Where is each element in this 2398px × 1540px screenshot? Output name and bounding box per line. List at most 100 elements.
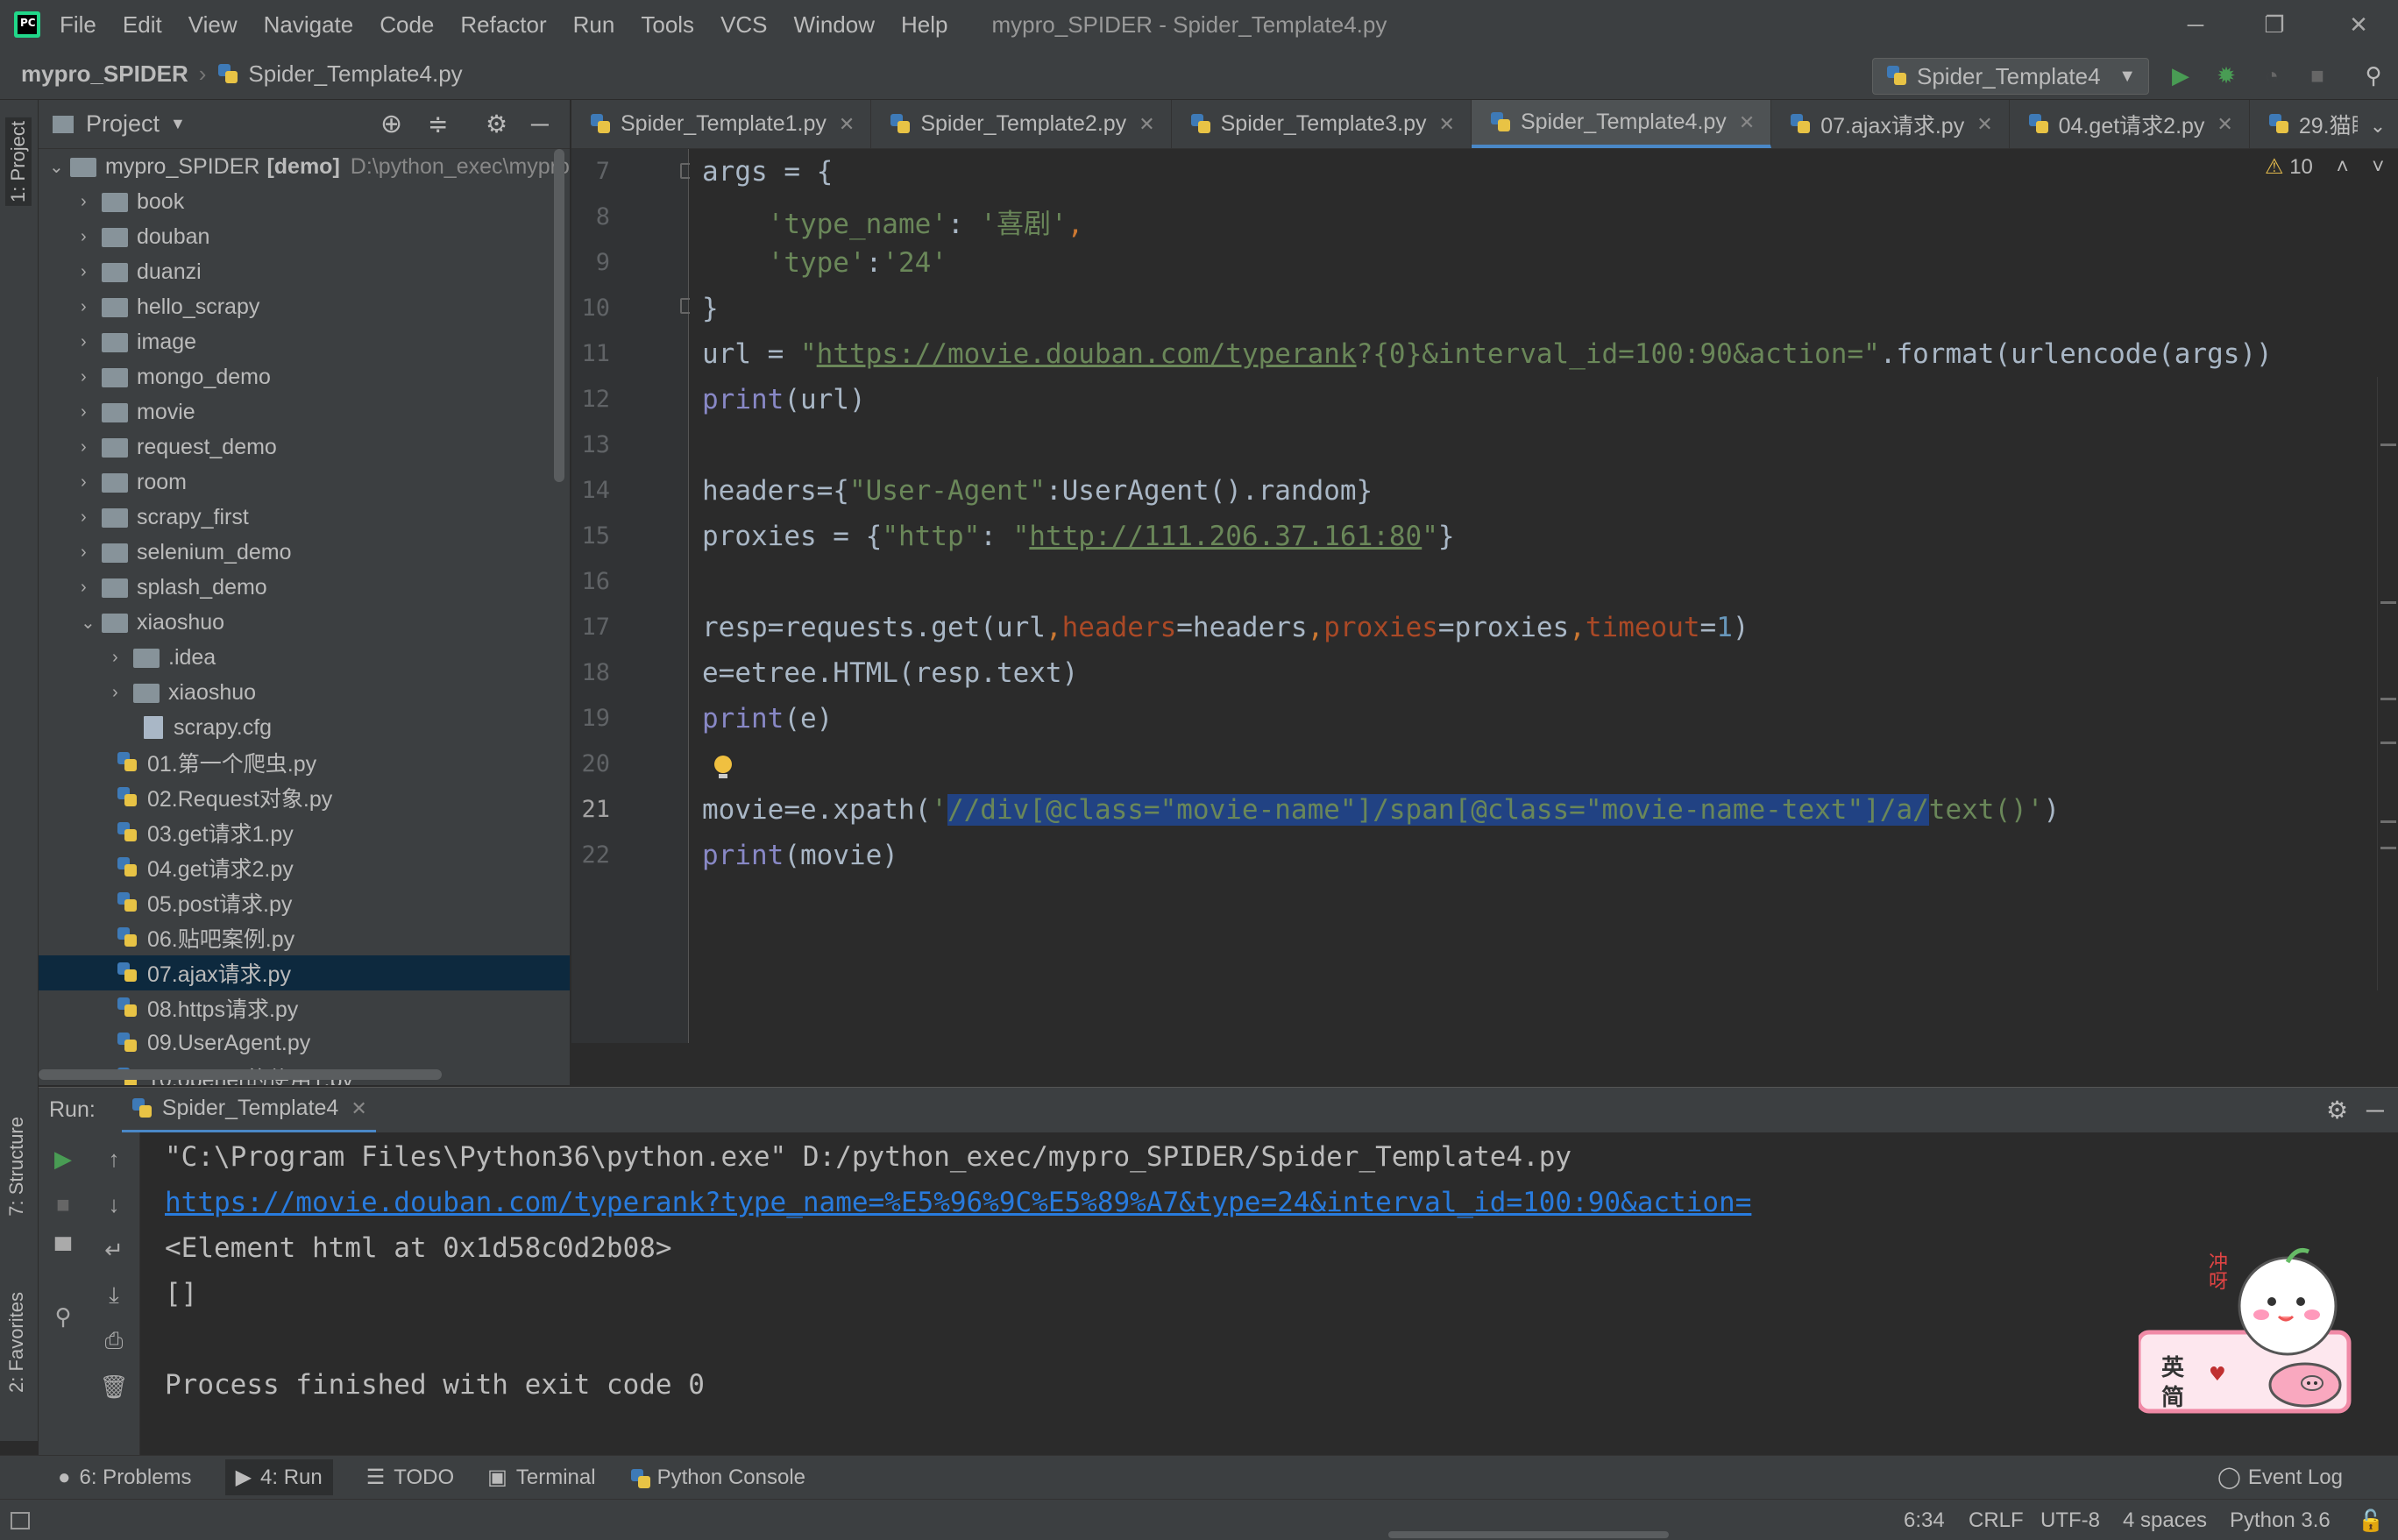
stop-icon[interactable]: ■ — [46, 1187, 81, 1222]
close-icon[interactable]: ✕ — [1739, 111, 1755, 134]
chevron-right-icon[interactable]: › — [81, 402, 102, 422]
tree-folder[interactable]: › image — [81, 324, 196, 359]
pin-icon[interactable]: ⚲ — [46, 1299, 81, 1334]
restore-icon[interactable]: ❐ — [2235, 0, 2314, 49]
tab-ajax[interactable]: 07.ajax请求.py ✕ — [1771, 100, 2010, 148]
arrow-up-icon[interactable]: ↑ — [96, 1141, 131, 1176]
close-icon[interactable]: ✕ — [2217, 113, 2232, 136]
menu-view[interactable]: View — [188, 11, 238, 39]
chevron-right-icon[interactable]: › — [81, 297, 102, 317]
code-url[interactable]: http://111.206.37.161:80 — [1029, 521, 1422, 552]
chevron-right-icon[interactable]: › — [81, 227, 102, 247]
chevron-right-icon[interactable]: › — [81, 262, 102, 282]
indent-setting[interactable]: 4 spaces — [2123, 1508, 2207, 1533]
menu-refactor[interactable]: Refactor — [460, 11, 546, 39]
tab-spider-template3[interactable]: Spider_Template3.py ✕ — [1172, 100, 1472, 148]
tabs-overflow-icon[interactable]: ⌄ — [2358, 109, 2398, 144]
collapse-all-icon[interactable]: ≑ — [428, 110, 448, 138]
project-tool-tab[interactable]: 1: Project — [5, 117, 32, 206]
gear-icon[interactable]: ⚙ — [486, 110, 507, 138]
menu-navigate[interactable]: Navigate — [264, 11, 354, 39]
close-icon[interactable]: ✕ — [2319, 0, 2398, 49]
file-encoding[interactable]: UTF-8 — [2040, 1508, 2100, 1533]
todo-tool-button[interactable]: ☰ TODO — [366, 1465, 454, 1490]
warning-marker[interactable] — [2380, 820, 2396, 823]
project-panel-title[interactable]: Project — [86, 110, 160, 138]
chevron-right-icon[interactable]: › — [81, 507, 102, 528]
menu-file[interactable]: File — [60, 11, 96, 39]
menu-run[interactable]: Run — [573, 11, 615, 39]
python-interpreter[interactable]: Python 3.6 — [2230, 1508, 2331, 1533]
chevron-right-icon[interactable]: › — [81, 543, 102, 563]
project-scrollbar[interactable] — [554, 149, 564, 482]
close-icon[interactable]: ✕ — [351, 1097, 366, 1120]
tree-folder-expanded[interactable]: ⌄ xiaoshuo — [81, 605, 224, 640]
problems-tool-button[interactable]: ● 6: Problems — [58, 1465, 192, 1490]
run-config-selector[interactable]: Spider_Template4 ▼ — [1872, 58, 2149, 95]
tab-spider-template4[interactable]: Spider_Template4.py ✕ — [1471, 100, 1772, 148]
run-tool-button[interactable]: ▶ 4: Run — [224, 1459, 333, 1495]
terminal-tool-button[interactable]: ▣ Terminal — [487, 1465, 595, 1490]
tree-folder[interactable]: › mongo_demo — [81, 359, 271, 394]
code-selection[interactable]: //div[@class="movie-name"]/span[@class="… — [947, 794, 1929, 826]
tree-root[interactable]: ⌄ mypro_SPIDER [demo] D:\python_exec\myp… — [49, 149, 570, 184]
tree-folder[interactable]: › selenium_demo — [81, 535, 292, 570]
menu-code[interactable]: Code — [380, 11, 434, 39]
stop-icon[interactable]: ■ — [2302, 60, 2333, 91]
python-console-tool-button[interactable]: Python Console — [629, 1465, 805, 1490]
inspection-widget[interactable]: ⚠ 10 ˄ ˅ — [2265, 154, 2384, 180]
minimize-icon[interactable]: ─ — [2156, 0, 2235, 49]
caret-position[interactable]: 6:34 — [1904, 1508, 1945, 1533]
debug-icon[interactable]: ✹ — [2210, 60, 2242, 91]
close-icon[interactable]: ✕ — [1439, 113, 1455, 136]
tree-file-selected[interactable]: 07.ajax请求.py — [39, 955, 570, 990]
breadcrumb-file[interactable]: Spider_Template4.py — [248, 60, 462, 88]
layout-icon[interactable]: ▀ — [46, 1232, 81, 1267]
close-icon[interactable]: ✕ — [839, 113, 855, 136]
project-horizontal-scrollbar[interactable] — [39, 1069, 442, 1080]
scroll-to-end-icon[interactable]: ⤓ — [96, 1278, 131, 1313]
tree-folder[interactable]: › splash_demo — [81, 570, 267, 605]
tree-folder[interactable]: › movie — [81, 394, 195, 429]
menu-vcs[interactable]: VCS — [720, 11, 767, 39]
tree-file[interactable]: 02.Request对象.py — [116, 780, 332, 815]
tree-folder[interactable]: › duanzi — [81, 254, 202, 289]
warning-marker[interactable] — [2380, 847, 2396, 849]
chevron-right-icon[interactable]: › — [81, 472, 102, 493]
tree-file[interactable]: 05.post请求.py — [116, 885, 292, 920]
chevron-right-icon[interactable]: › — [81, 437, 102, 458]
soft-wrap-icon[interactable]: ↵ — [96, 1232, 131, 1267]
lock-icon[interactable]: 🔓 — [2358, 1508, 2384, 1534]
chevron-down-icon[interactable]: ˅ — [2372, 155, 2384, 179]
line-separator[interactable]: CRLF — [1969, 1508, 2024, 1533]
menu-window[interactable]: Window — [794, 11, 875, 39]
chevron-right-icon[interactable]: › — [81, 578, 102, 598]
warning-marker[interactable] — [2380, 444, 2396, 446]
run-console[interactable]: "C:\Program Files\Python36\python.exe" D… — [140, 1132, 2398, 1455]
console-link[interactable]: https://movie.douban.com/typerank?type_n… — [165, 1187, 1751, 1218]
tree-folder[interactable]: › scrapy_first — [81, 500, 249, 535]
chevron-right-icon[interactable]: › — [81, 192, 102, 212]
trash-icon[interactable]: 🗑 — [96, 1369, 131, 1404]
warning-marker[interactable] — [2380, 601, 2396, 604]
lightbulb-icon[interactable] — [714, 756, 732, 778]
code-editor[interactable]: args = { 'type_name': '喜剧', 'type':'24' … — [690, 149, 2398, 1043]
code-url[interactable]: https://movie.douban.com/typerank — [817, 338, 1357, 370]
tree-folder[interactable]: › room — [81, 465, 187, 500]
breadcrumb-project[interactable]: mypro_SPIDER — [21, 60, 188, 88]
tab-get2[interactable]: 04.get请求2.py ✕ — [2010, 100, 2250, 148]
print-icon[interactable]: ⎙ — [96, 1324, 131, 1359]
tree-file[interactable]: 03.get请求1.py — [116, 815, 294, 850]
chevron-right-icon[interactable]: › — [112, 683, 133, 703]
event-log-button[interactable]: ◯ Event Log — [2217, 1465, 2343, 1490]
chevron-right-icon[interactable]: › — [112, 648, 133, 668]
hide-icon[interactable]: ─ — [2366, 1096, 2384, 1125]
tree-folder[interactable]: › douban — [81, 219, 209, 254]
menu-edit[interactable]: Edit — [123, 11, 162, 39]
tab-spider-template2[interactable]: Spider_Template2.py ✕ — [871, 100, 1172, 148]
tree-file[interactable]: 08.https请求.py — [116, 990, 298, 1025]
warning-marker[interactable] — [2380, 698, 2396, 700]
warning-marker[interactable] — [2380, 742, 2396, 744]
close-icon[interactable]: ✕ — [1139, 113, 1154, 136]
tree-folder[interactable]: › book — [81, 184, 184, 219]
